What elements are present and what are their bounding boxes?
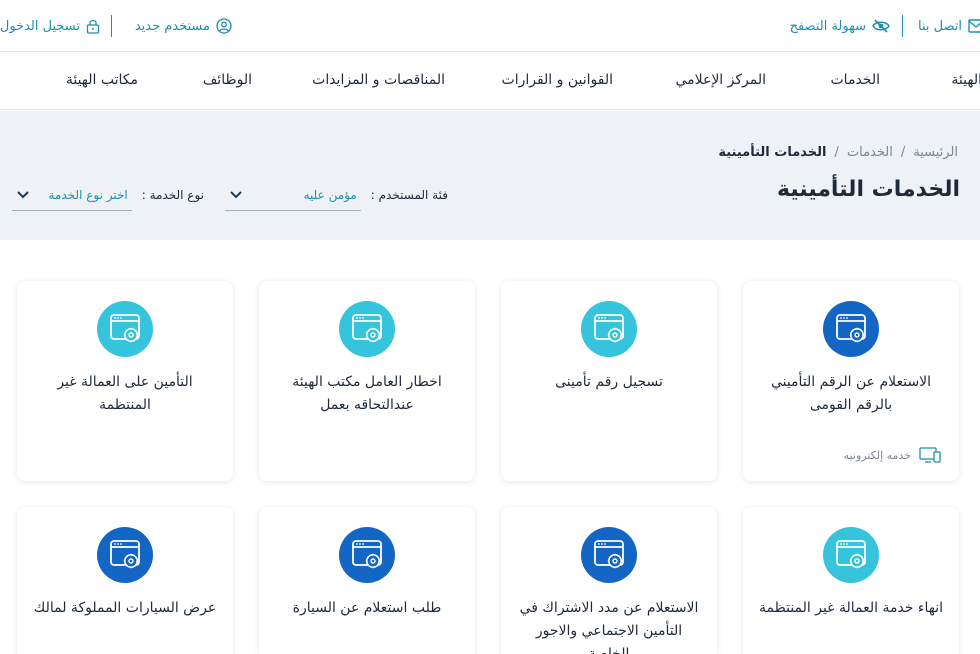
service-card[interactable]: انهاء خدمة العمالة غير المنتظمة	[743, 507, 959, 654]
service-card[interactable]: طلب استعلام عن السيارة	[259, 507, 475, 654]
browser-gear-icon	[823, 301, 879, 357]
browser-gear-icon	[97, 527, 153, 583]
login-link[interactable]: تسجيل الدخول	[0, 16, 100, 36]
service-type-select[interactable]: اختر نوع الخدمة	[11, 179, 132, 211]
chevron-down-icon	[17, 190, 29, 198]
nav-item-jobs[interactable]: الوظائف	[203, 72, 252, 88]
login-label: تسجيل الدخول	[0, 18, 80, 34]
nav-item-authority[interactable]: الهيئة	[951, 72, 980, 88]
e-service-badge: خدمه إلكترونيه	[844, 447, 941, 463]
top-utility-bar: اتصل بنا سهولة التصفح مستخدم جديد تسجيل …	[0, 0, 980, 52]
monitor-devices-icon	[919, 447, 941, 463]
user-category-filter: فئة المستخدم : مؤمن عليه	[224, 179, 448, 211]
page-title: الخدمات التأمينية	[777, 177, 960, 202]
page-header-band: الرئيسية / الخدمات / الخدمات التأمينية ا…	[0, 111, 980, 240]
nav-item-services[interactable]: الخدمات	[831, 72, 881, 88]
browser-gear-icon	[823, 527, 879, 583]
nav-item-offices[interactable]: مكاتب الهيئة	[66, 72, 138, 88]
contact-label: اتصل بنا	[918, 18, 962, 34]
envelope-icon	[968, 19, 980, 33]
chevron-down-icon	[230, 190, 242, 198]
user-category-value: مؤمن عليه	[303, 187, 357, 202]
service-card-title: طلب استعلام عن السيارة	[292, 600, 442, 616]
lock-icon	[86, 19, 100, 34]
e-service-label: خدمه إلكترونيه	[843, 448, 911, 462]
service-card-title: الاستعلام عن مدد الاشتراك في التأمين الا…	[519, 600, 699, 654]
nav-item-laws[interactable]: القوانين و القرارات	[502, 72, 613, 88]
new-user-label: مستخدم جديد	[134, 18, 210, 34]
browser-gear-icon	[339, 301, 395, 357]
topbar-divider	[111, 15, 112, 37]
accessibility-label: سهولة التصفح	[789, 18, 866, 34]
browser-gear-icon	[339, 527, 395, 583]
browser-gear-icon	[581, 527, 637, 583]
breadcrumb-separator: /	[900, 145, 906, 160]
browser-gear-icon	[97, 301, 153, 357]
nav-item-media-center[interactable]: المركز الإعلامي	[675, 72, 766, 88]
new-user-link[interactable]: مستخدم جديد	[135, 16, 232, 36]
service-card[interactable]: الاستعلام عن الرقم التأميني بالرقم القوم…	[743, 281, 959, 481]
service-card[interactable]: التأمين على العمالة غير المنتظمة	[17, 281, 233, 481]
service-type-filter: نوع الخدمة : اختر نوع الخدمة	[11, 179, 204, 211]
service-card[interactable]: اخطار العامل مكتب الهيئة عندالتحاقه بعمل	[259, 281, 475, 481]
service-card-title: انهاء خدمة العمالة غير المنتظمة	[759, 600, 943, 616]
service-card[interactable]: عرض السيارات المملوكة لمالك	[17, 507, 233, 654]
main-nav: الهيئة الخدمات المركز الإعلامي القوانين …	[0, 52, 980, 110]
user-category-select[interactable]: مؤمن عليه	[224, 179, 361, 211]
breadcrumb-home[interactable]: الرئيسية	[913, 145, 958, 160]
nav-item-tenders[interactable]: المناقصات و المزايدات	[312, 72, 445, 88]
service-card-title: تسجيل رقم تأمينى	[555, 374, 663, 390]
service-type-value: اختر نوع الخدمة	[48, 187, 128, 202]
service-card[interactable]: الاستعلام عن مدد الاشتراك في التأمين الا…	[501, 507, 717, 654]
breadcrumb-services[interactable]: الخدمات	[847, 145, 893, 160]
service-card-title: الاستعلام عن الرقم التأميني بالرقم القوم…	[770, 374, 932, 413]
service-card-title: اخطار العامل مكتب الهيئة عندالتحاقه بعمل	[292, 374, 442, 413]
user-circle-icon	[216, 18, 232, 34]
topbar-divider	[902, 15, 903, 37]
service-type-label: نوع الخدمة :	[141, 188, 204, 202]
breadcrumb-current: الخدمات التأمينية	[718, 145, 827, 160]
accessibility-link[interactable]: سهولة التصفح	[790, 16, 890, 36]
browser-gear-icon	[581, 301, 637, 357]
breadcrumb: الرئيسية / الخدمات / الخدمات التأمينية	[718, 145, 958, 160]
contact-link[interactable]: اتصل بنا	[918, 16, 980, 36]
eye-slash-icon	[872, 19, 890, 33]
user-category-label: فئة المستخدم :	[370, 188, 448, 202]
service-card-title: التأمين على العمالة غير المنتظمة	[57, 374, 193, 413]
service-card-title: عرض السيارات المملوكة لمالك	[33, 600, 217, 616]
breadcrumb-separator: /	[834, 145, 839, 160]
service-card[interactable]: تسجيل رقم تأمينى	[501, 281, 717, 481]
